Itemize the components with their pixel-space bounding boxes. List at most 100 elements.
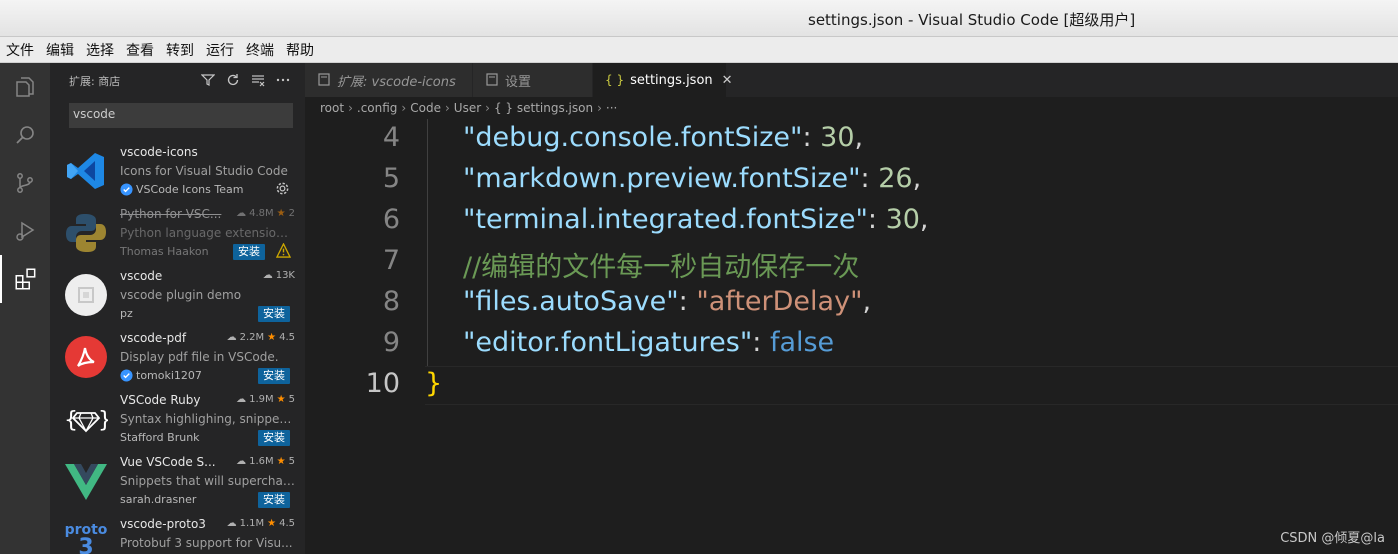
menu-help[interactable]: 帮助 [286,40,314,60]
download-count: 1.1M [239,518,265,529]
line-number: 7 [382,245,400,276]
rating: 5 [288,394,295,405]
tab-settings-json[interactable]: { } settings.json ✕ [593,63,733,97]
warning-icon[interactable] [275,242,292,262]
menu-go[interactable]: 转到 [166,40,194,60]
extension-stats: ☁ 1.9M ★ 5 [236,394,295,405]
install-button[interactable]: 安装 [258,492,290,508]
menu-view[interactable]: 查看 [126,40,154,60]
code-line[interactable]: 7 //编辑的文件每一秒自动保存一次 [305,242,1398,283]
download-icon: ☁ [236,208,247,219]
extension-item-python[interactable]: Python for VSC... ☁ 4.8M ★ 2 Python lang… [50,205,305,267]
svg-text:}: } [98,408,108,433]
chevron-right-icon: › [401,101,407,115]
install-button[interactable]: 安装 [258,430,290,446]
chevron-right-icon: › [444,101,450,115]
menu-selection[interactable]: 选择 [86,40,114,60]
menu-run[interactable]: 运行 [206,40,234,60]
extension-description: Protobuf 3 support for Visu... [120,536,293,550]
menu-terminal[interactable]: 终端 [246,40,274,60]
extension-stats: ☁ 4.8M ★ 2 [236,208,295,219]
code-line[interactable]: 5 "markdown.preview.fontSize": 26, [305,160,1398,201]
extension-name: vscode [120,269,163,283]
menu-file[interactable]: 文件 [6,40,34,60]
sidebar-title: 扩展: 商店 [69,75,121,88]
extension-item-vscode[interactable]: vscode ☁ 13K vscode plugin demo pz 安装 [50,267,305,329]
close-icon[interactable]: ✕ [722,73,733,88]
code-token: : [802,122,821,153]
extension-publisher: pz [120,307,133,320]
code-line[interactable]: 8 "files.autoSave": "afterDelay", [305,283,1398,324]
install-button[interactable]: 安装 [258,306,290,322]
publisher-name: VSCode Icons Team [136,183,244,196]
download-count: 1.9M [249,394,274,405]
line-number: 10 [365,368,400,399]
clear-results-icon[interactable] [250,72,266,88]
tab-label: 设置 [505,74,532,90]
breadcrumb-item[interactable]: .config [357,101,398,115]
breadcrumb-more[interactable]: ··· [606,101,617,115]
breadcrumb-item[interactable]: root [320,101,344,115]
publisher-name: sarah.drasner [120,493,197,506]
code-token: 30 [885,204,920,235]
extension-item-vscode-icons[interactable]: vscode-icons Icons for Visual Studio Cod… [50,143,305,205]
star-icon: ★ [276,394,286,405]
proto-logo-number: 3 [78,535,94,554]
more-actions-icon[interactable] [275,72,291,88]
manage-gear-icon[interactable] [275,181,290,200]
breadcrumb-item[interactable]: User [454,101,481,115]
proto-logo: proto 3 [64,519,108,554]
sidebar-actions [200,72,291,88]
refresh-icon[interactable] [225,72,241,88]
extensions-icon[interactable] [0,255,50,303]
code-text: "files.autoSave": "afterDelay", [463,286,871,317]
extension-tab-icon [317,72,331,89]
menu-edit[interactable]: 编辑 [46,40,74,60]
extension-name: Python for VSC... [120,207,222,221]
extension-name: VSCode Ruby [120,393,201,407]
code-text: "markdown.preview.fontSize": 26, [463,163,921,194]
code-token: , [919,204,929,235]
tab-extension-vscode-icons[interactable]: 扩展: vscode-icons [305,63,473,97]
download-icon: ☁ [226,518,237,529]
vue-logo [64,459,108,503]
code-token: , [912,163,922,194]
run-debug-icon[interactable] [0,207,50,255]
download-count: 13K [275,270,295,281]
breadcrumb-item[interactable]: { } settings.json [494,101,593,115]
code-line[interactable]: 10} [305,365,1398,406]
code-text: "debug.console.fontSize": 30, [463,122,863,153]
code-token: : [678,286,697,317]
extension-search-input[interactable]: vscode [69,103,293,128]
source-control-icon[interactable] [0,159,50,207]
code-token: : [867,204,886,235]
extension-item-vscode-proto3[interactable]: proto 3 vscode-proto3 ☁ 1.1M ★ 4.5 Proto… [50,515,305,554]
install-button[interactable]: 安装 [233,244,265,260]
publisher-name: pz [120,307,133,320]
code-token: "debug.console.fontSize" [463,122,803,153]
line-number: 8 [382,286,400,317]
extension-item-vue-snippets[interactable]: Vue VSCode S... ☁ 1.6M ★ 5 Snippets that… [50,453,305,515]
breadcrumb-item[interactable]: Code [410,101,441,115]
code-line[interactable]: 9 "editor.fontLigatures": false [305,324,1398,365]
search-icon[interactable] [0,111,50,159]
extension-item-vscode-ruby[interactable]: {} VSCode Ruby ☁ 1.9M ★ 5 Syntax highlig… [50,391,305,453]
extensions-sidebar: 扩展: 商店 vscode vscode-icons Icons for Vis… [50,63,305,554]
breadcrumb: root › .config › Code › User › { } settings.… [305,97,1398,119]
line-number: 5 [382,163,400,194]
files-icon[interactable] [0,63,50,111]
code-editor[interactable]: 4 "debug.console.fontSize": 30, 5 "markdown… [305,119,1398,554]
extension-description: Display pdf file in VSCode. [120,350,279,364]
filter-icon[interactable] [200,72,216,88]
code-line[interactable]: 6 "terminal.integrated.fontSize": 30, [305,201,1398,242]
rating: 2 [288,208,295,219]
code-line[interactable]: 4 "debug.console.fontSize": 30, [305,119,1398,160]
line-number: 9 [382,327,400,358]
menu-bar: 文件 编辑 选择 查看 转到 运行 终端 帮助 [0,37,1398,63]
tab-settings[interactable]: 设置 [473,63,593,97]
extension-name: vscode-pdf [120,331,187,345]
editor-tabs: 扩展: vscode-icons 设置 { } settings.json ✕ [305,63,1398,97]
extension-item-vscode-pdf[interactable]: vscode-pdf ☁ 2.2M ★ 4.5 Display pdf file… [50,329,305,391]
extension-description: vscode plugin demo [120,288,242,302]
install-button[interactable]: 安装 [258,368,290,384]
